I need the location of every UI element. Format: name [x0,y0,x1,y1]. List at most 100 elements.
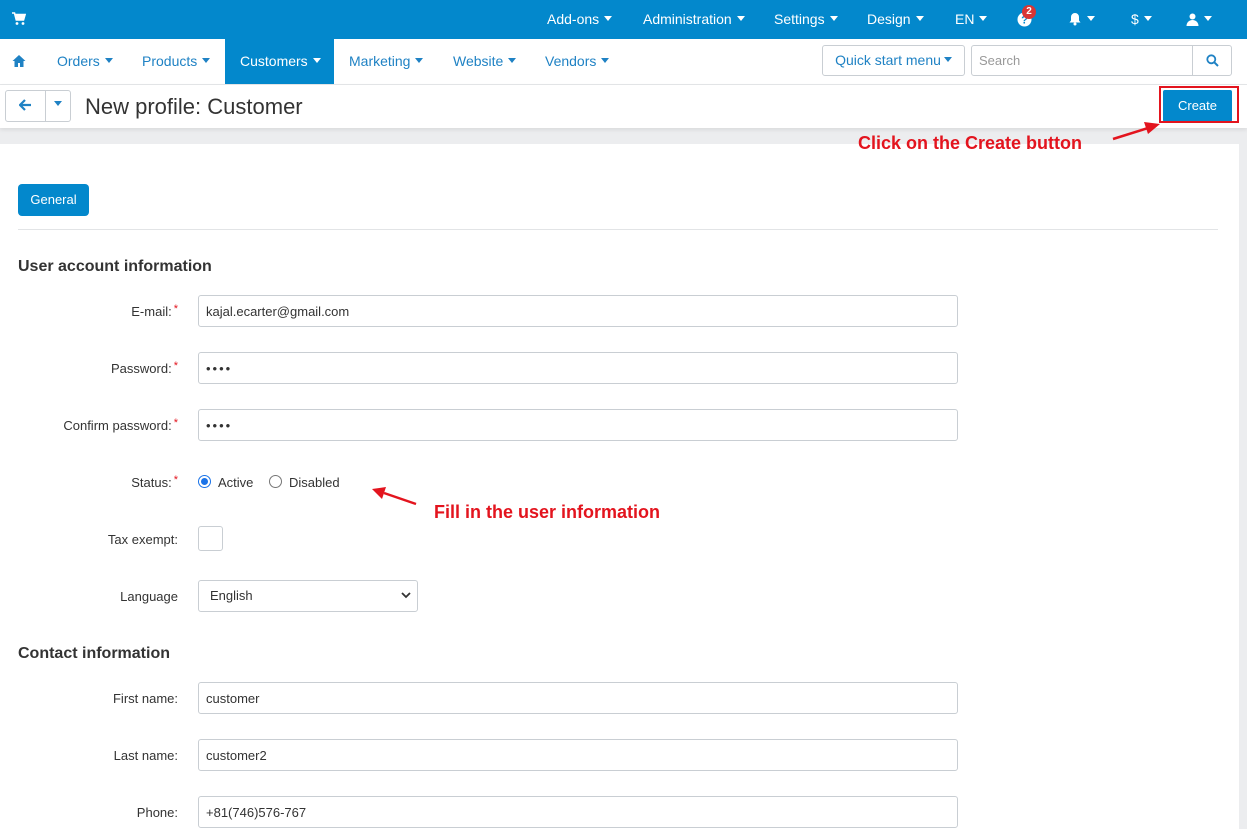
caret-down-icon [736,15,745,21]
topnav-administration-label: Administration [643,11,732,27]
confirm-password-field[interactable] [198,409,958,441]
caret-down-icon [604,15,613,21]
main-nav: Orders Products Customers Marketing Webs… [0,39,1247,85]
nav-customers[interactable]: Customers [225,39,334,84]
confirm-password-label: Confirm password: * [0,417,178,433]
quick-start-menu-label: Quick start menu [835,52,941,68]
caret-down-icon [943,56,952,62]
language-select[interactable]: English [198,580,418,612]
status-disabled-radio[interactable] [269,475,282,488]
nav-customers-label: Customers [240,53,308,69]
topnav-design-label: Design [867,11,911,27]
first-name-label: First name: [112,691,178,706]
arrow-left-icon [19,99,31,111]
nav-products-label: Products [142,53,198,69]
search-icon [1206,54,1219,67]
language-label: Language [120,589,178,604]
search-button[interactable] [1192,46,1231,75]
caret-down-icon [508,57,517,63]
caret-down-icon [601,57,610,63]
tab-general[interactable]: General [18,184,89,216]
caret-down-icon [1087,15,1095,21]
caret-down-icon [1143,15,1152,21]
tax-exempt-label: Tax exempt: [107,532,178,547]
nav-marketing[interactable]: Marketing [349,39,424,84]
topnav-addons[interactable]: Add-ons [547,0,613,39]
password-label-text: Password: [111,361,172,376]
caret-down-icon [415,57,424,63]
cart-icon[interactable] [12,12,26,26]
topnav-administration[interactable]: Administration [643,0,745,39]
create-button-highlight [1159,86,1239,123]
status-active-label[interactable]: Active [218,475,253,490]
caret-down-icon [104,57,113,63]
caret-down-icon [1204,15,1212,21]
email-label: E-mail: * [0,303,178,319]
last-name-field[interactable] [198,739,958,771]
back-dropdown-toggle[interactable] [46,91,70,121]
confirm-password-label-text: Confirm password: [63,418,172,433]
back-button-group [5,90,71,122]
email-label-text: E-mail: [131,304,172,319]
home-icon[interactable] [12,54,26,68]
nav-vendors[interactable]: Vendors [545,39,610,84]
title-bar: New profile: Customer Create [0,85,1247,128]
nav-website[interactable]: Website [453,39,517,84]
language-select-value: English [210,588,253,603]
content-panel: General User account information E-mail:… [0,144,1239,829]
topnav-settings-label: Settings [774,11,825,27]
password-label: Password: * [0,360,178,376]
caret-down-icon [979,15,988,21]
status-disabled-label[interactable]: Disabled [289,475,340,490]
caret-down-icon [915,15,924,21]
quick-start-menu-button[interactable]: Quick start menu [822,45,965,76]
first-name-field[interactable] [198,682,958,714]
search-input[interactable] [972,46,1192,75]
status-label-text: Status: [131,475,172,490]
create-annotation: Click on the Create button [858,133,1083,153]
topnav-language-label: EN [955,11,975,27]
user-icon [1186,13,1199,26]
phone-label: Phone: [136,805,178,820]
email-field[interactable] [198,295,958,327]
topnav-currency[interactable]: $ [1131,0,1152,39]
chevron-down-icon [401,592,411,599]
back-button[interactable] [6,91,46,121]
top-bar: Add-ons Administration Settings Design E… [0,0,1247,39]
required-marker: * [173,360,178,372]
nav-products[interactable]: Products [142,39,211,84]
section-title-account: User account information [18,258,212,275]
topnav-language[interactable]: EN [955,0,988,39]
required-marker: * [173,303,178,315]
nav-orders[interactable]: Orders [57,39,113,84]
bell-icon [1069,13,1081,26]
status-active-radio[interactable] [198,475,211,488]
caret-down-icon [829,15,838,21]
required-marker: * [173,474,178,486]
section-title-contact: Contact information [18,645,170,662]
fill-annotation: Fill in the user information [434,502,661,522]
topnav-settings[interactable]: Settings [774,0,838,39]
topnav-currency-label: $ [1131,11,1139,27]
page-title: New profile: Customer [85,94,303,119]
tax-exempt-checkbox[interactable] [198,526,223,551]
password-field[interactable] [198,352,958,384]
topnav-design[interactable]: Design [867,0,924,39]
nav-orders-label: Orders [57,53,100,69]
phone-field[interactable] [198,796,958,828]
status-label: Status: * [0,474,178,490]
caret-down-icon [54,101,62,107]
topnav-user[interactable] [1186,0,1212,39]
last-name-label: Last name: [113,748,178,763]
required-marker: * [173,417,178,429]
tab-divider [18,229,1218,230]
nav-marketing-label: Marketing [349,53,411,69]
nav-website-label: Website [453,53,504,69]
nav-vendors-label: Vendors [545,53,597,69]
topnav-notifications[interactable] [1068,0,1095,39]
notification-badge: 2 [1022,5,1036,19]
caret-down-icon [202,57,211,63]
topnav-addons-label: Add-ons [547,11,600,27]
search-box [971,45,1232,76]
caret-down-icon [312,57,321,63]
